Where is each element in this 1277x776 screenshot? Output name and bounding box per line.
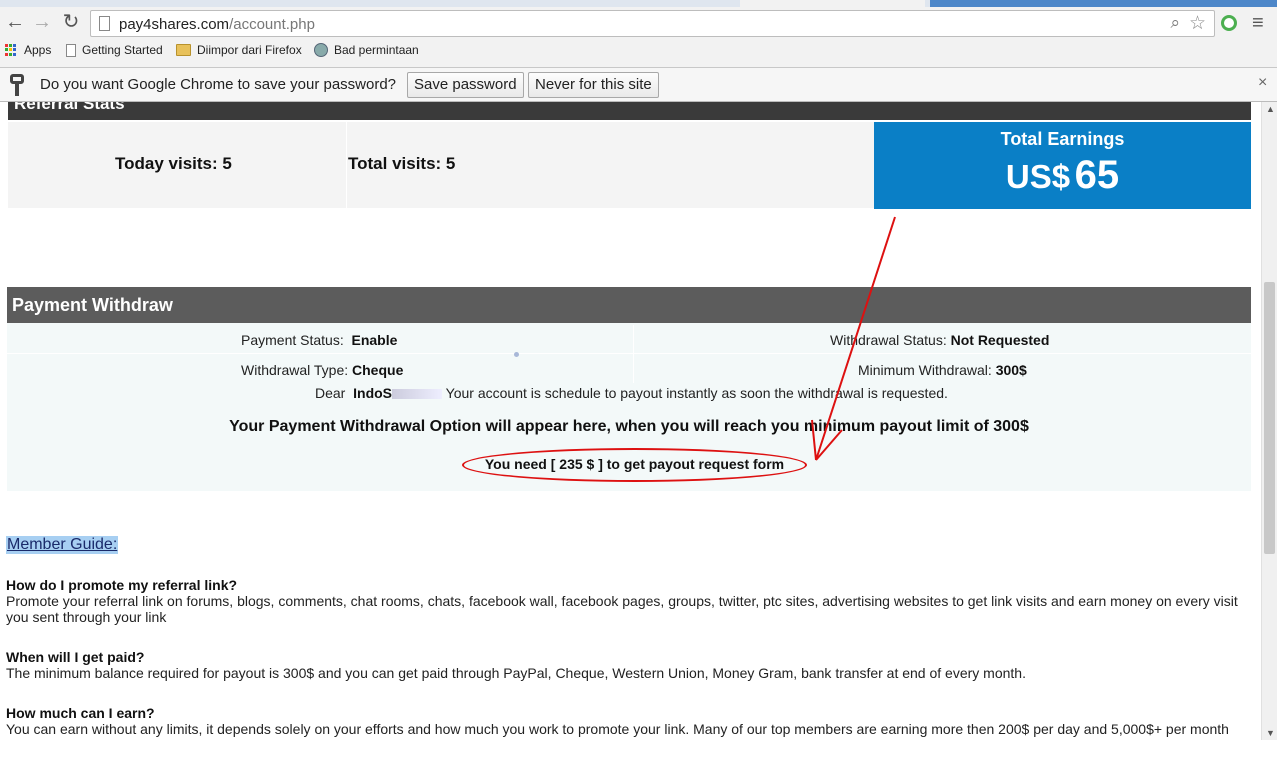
reload-icon[interactable]: ↻	[60, 11, 82, 33]
total-visits: Total visits: 5	[348, 154, 456, 173]
page-content: Referral Stats Today visits: 5 Total vis…	[0, 102, 1261, 776]
scroll-down-icon[interactable]: ▼	[1266, 728, 1275, 738]
withdrawal-status-value: Not Requested	[950, 332, 1050, 348]
total-earnings-box: Total Earnings US$ 65	[874, 122, 1251, 209]
save-password-button[interactable]: Save password	[407, 72, 524, 98]
payment-withdraw-header: Payment Withdraw	[7, 287, 1251, 323]
back-icon[interactable]: ←	[4, 11, 26, 33]
dear-label: Dear	[315, 385, 346, 401]
close-icon[interactable]: ×	[1258, 74, 1267, 92]
bookmark-label: Apps	[24, 43, 52, 57]
bookmark-apps[interactable]: Apps	[5, 43, 51, 57]
member-guide-link[interactable]: Member Guide:	[6, 536, 119, 554]
faq-item: How much can I earn? You can earn withou…	[6, 705, 1251, 737]
scroll-up-icon[interactable]: ▲	[1266, 104, 1275, 114]
withdrawal-type: Withdrawal Type: Cheque	[241, 362, 403, 378]
dear-text: Your account is schedule to payout insta…	[445, 385, 948, 401]
save-password-infobar: Do you want Google Chrome to save your p…	[0, 68, 1277, 102]
scrollbar-thumb[interactable]	[1264, 282, 1275, 554]
active-tab[interactable]	[740, 0, 925, 7]
url-host: pay4shares.com	[119, 16, 230, 33]
payment-status-label: Payment Status:	[241, 332, 344, 348]
minimum-withdrawal: Minimum Withdrawal: 300$	[858, 362, 1027, 378]
browser-toolbar: ← → ↻ pay4shares.com/account.php ⌕ ☆ ≡ A…	[0, 0, 1277, 68]
bookmark-label: Diimpor dari Firefox	[197, 43, 302, 57]
payment-status-value: Enable	[351, 332, 398, 348]
url-path: /account.php	[229, 16, 315, 33]
faq-question: How much can I earn?	[6, 705, 155, 721]
key-icon	[10, 74, 24, 96]
url-text[interactable]: pay4shares.com/account.php	[119, 16, 315, 33]
withdrawal-status: Withdrawal Status: Not Requested	[830, 332, 1049, 348]
payout-needed-message: You need [ 235 $ ] to get payout request…	[484, 456, 785, 472]
payment-withdraw-body: Payment Status: Enable Withdrawal Status…	[7, 323, 1251, 491]
faq-item: How do I promote my referral link? Promo…	[6, 577, 1251, 625]
extension-icon[interactable]	[1221, 15, 1237, 31]
document-icon	[66, 43, 76, 57]
page-icon	[99, 16, 110, 31]
cursor-dot	[514, 352, 519, 357]
minimum-withdrawal-value: 300$	[995, 362, 1027, 378]
earnings-currency: US$	[1005, 158, 1071, 195]
globe-icon	[314, 43, 328, 57]
withdrawal-type-value: Cheque	[352, 362, 404, 378]
forward-icon[interactable]: →	[31, 11, 53, 33]
vertical-scrollbar[interactable]: ▲ ▼	[1261, 102, 1277, 740]
bookmarks-bar: Apps Getting Started Diimpor dari Firefo…	[0, 40, 1277, 62]
window-titlebar	[930, 0, 1277, 7]
bookmark-label: Bad permintaan	[334, 43, 419, 57]
total-earnings-amount: US$ 65	[874, 153, 1251, 198]
bookmark-bad-permintaan[interactable]: Bad permintaan	[314, 43, 419, 57]
dear-message: Dear IndoS Your account is schedule to p…	[315, 385, 948, 401]
faq-answer: The minimum balance required for payout …	[6, 665, 1026, 681]
faq-answer: You can earn without any limits, it depe…	[6, 721, 1229, 737]
payment-withdraw-title: Payment Withdraw	[12, 295, 173, 315]
total-earnings-title: Total Earnings	[1000, 129, 1125, 149]
today-visits: Today visits: 5	[115, 154, 232, 173]
faq-item: When will I get paid? The minimum balanc…	[6, 649, 1251, 681]
referral-stats-header: Referral Stats	[8, 102, 1251, 120]
apps-icon	[5, 43, 18, 57]
menu-icon[interactable]: ≡	[1252, 12, 1264, 35]
bookmark-folder-firefox[interactable]: Diimpor dari Firefox	[176, 43, 302, 57]
payout-option-message: Your Payment Withdrawal Option will appe…	[229, 418, 1029, 435]
minimum-withdrawal-label: Minimum Withdrawal:	[858, 362, 992, 378]
star-icon[interactable]: ☆	[1189, 12, 1206, 35]
earnings-value: 65	[1074, 153, 1120, 197]
dear-name: IndoS	[353, 385, 393, 401]
address-bar[interactable]: pay4shares.com/account.php ⌕ ☆	[90, 10, 1215, 37]
never-for-this-site-button[interactable]: Never for this site	[528, 72, 659, 98]
withdrawal-status-label: Withdrawal Status:	[830, 332, 947, 348]
folder-icon	[176, 44, 191, 56]
infobar-message: Do you want Google Chrome to save your p…	[40, 76, 397, 93]
redacted-name	[392, 389, 443, 400]
faq-question: How do I promote my referral link?	[6, 577, 238, 593]
faq-question: When will I get paid?	[6, 649, 145, 665]
faq-answer: Promote your referral link on forums, bl…	[6, 593, 1238, 625]
withdrawal-type-label: Withdrawal Type:	[241, 362, 349, 378]
payment-status: Payment Status: Enable	[241, 332, 397, 348]
tab-strip	[0, 0, 1277, 7]
referral-stats-title: Referral Stats	[14, 102, 125, 113]
bookmark-getting-started[interactable]: Getting Started	[66, 43, 163, 57]
bookmark-label: Getting Started	[82, 43, 163, 57]
zoom-icon[interactable]: ⌕	[1170, 13, 1180, 33]
